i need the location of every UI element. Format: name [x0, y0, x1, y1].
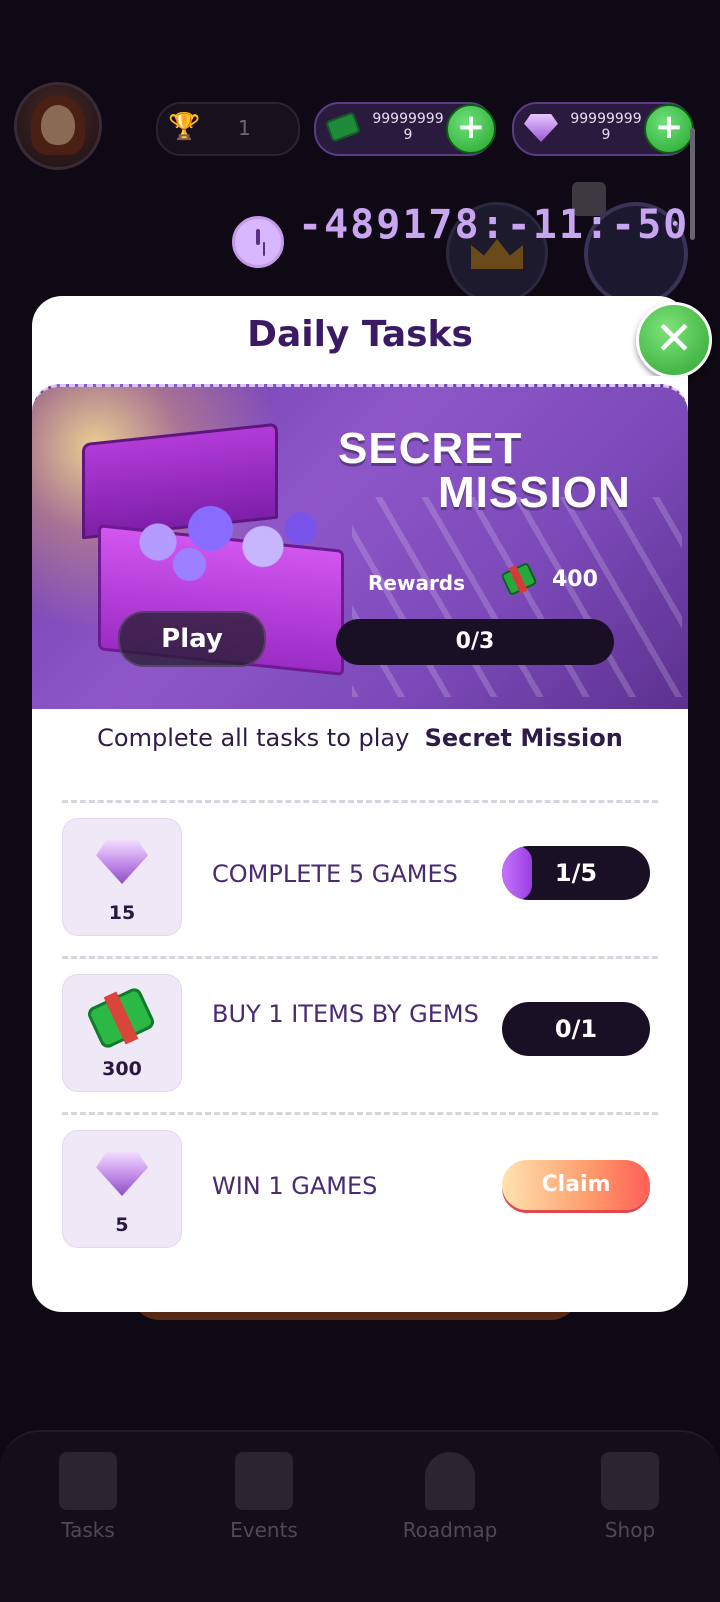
task-row: 5 WIN 1 GAMES Claim: [62, 1128, 658, 1250]
instruction-highlight: Secret Mission: [424, 724, 623, 752]
avatar-face: [41, 105, 75, 145]
task-label: COMPLETE 5 GAMES: [212, 860, 458, 888]
rewards-value: 400: [552, 567, 598, 592]
claim-button[interactable]: Claim: [502, 1160, 650, 1210]
close-button[interactable]: ✕: [636, 302, 712, 378]
instruction-prefix: Complete all tasks to play: [97, 724, 410, 752]
cash-icon: [85, 985, 157, 1051]
reward-amount: 300: [102, 1058, 142, 1080]
divider: [62, 1112, 658, 1115]
calendar-star-icon: [235, 1452, 293, 1510]
scrollbar[interactable]: [690, 128, 695, 240]
reward-thumbnail: 5: [62, 1130, 182, 1248]
trophy-counter: 🏆 1: [156, 102, 300, 156]
nav-item-events[interactable]: Events: [194, 1452, 334, 1542]
countdown-timer: -489178:-11:-50: [298, 202, 690, 248]
rewards-label: Rewards: [368, 571, 466, 595]
nav-item-tasks[interactable]: Tasks: [18, 1452, 158, 1542]
mission-progress: 0/3: [336, 619, 614, 665]
checklist-icon: [59, 1452, 117, 1510]
task-label: BUY 1 ITEMS BY GEMS: [212, 1000, 479, 1028]
gems-pile-icon: [116, 497, 326, 587]
reward-amount: 5: [115, 1214, 129, 1236]
gem-icon: [96, 840, 148, 884]
progress-text: 1/5: [554, 859, 598, 887]
avatar[interactable]: [14, 82, 102, 170]
gem-icon: [96, 1152, 148, 1196]
banner-title-line1: SECRET: [338, 424, 523, 473]
nav-label-shop: Shop: [604, 1518, 656, 1542]
shopping-bag-icon: [601, 1452, 659, 1510]
cash-icon: [325, 111, 361, 143]
banner-title: SECRET MISSION: [328, 427, 668, 515]
nav-label-events: Events: [230, 1518, 298, 1542]
reward-thumbnail: 300: [62, 974, 182, 1092]
gem-icon: [524, 114, 558, 142]
modal-header: Daily Tasks: [32, 296, 688, 376]
nav-item-roadmap[interactable]: Roadmap: [380, 1452, 520, 1542]
nav-label-roadmap: Roadmap: [402, 1518, 498, 1542]
trophy-icon: 🏆: [168, 112, 201, 142]
progress-fill: [502, 846, 532, 900]
reward-thumbnail: 15: [62, 818, 182, 936]
divider: [62, 800, 658, 803]
nav-label-tasks: Tasks: [61, 1518, 115, 1542]
play-button[interactable]: Play: [118, 611, 266, 667]
nav-item-shop[interactable]: Shop: [560, 1452, 700, 1542]
task-progress: 1/5: [502, 846, 650, 900]
divider: [62, 956, 658, 959]
task-progress: 0/1: [502, 1002, 650, 1056]
gems-background-art: [352, 497, 682, 697]
add-cash-button[interactable]: +: [446, 104, 496, 154]
banner-title-line2: MISSION: [438, 468, 631, 517]
progress-text: 0/1: [554, 1015, 598, 1043]
instruction-text: Complete all tasks to play Secret Missio…: [32, 724, 688, 752]
cash-value: 999999999: [372, 111, 444, 143]
gem-value: 999999999: [570, 111, 642, 143]
trophy-count: 1: [238, 116, 251, 140]
secret-mission-banner: SECRET MISSION Rewards 400 Play 0/3: [32, 384, 688, 709]
bottom-nav: Tasks Events Roadmap Shop: [0, 1430, 720, 1602]
add-gem-button[interactable]: +: [644, 104, 694, 154]
cash-counter: 999999999 +: [314, 102, 496, 156]
gem-counter: 999999999 +: [512, 102, 694, 156]
task-row: 15 COMPLETE 5 GAMES 1/5: [62, 816, 658, 938]
reward-amount: 15: [108, 902, 136, 924]
trophy-star-icon: [425, 1452, 475, 1510]
modal-title: Daily Tasks: [247, 314, 473, 355]
alarm-clock-icon: [232, 216, 284, 268]
task-row: 300 BUY 1 ITEMS BY GEMS 0/1: [62, 972, 658, 1094]
task-label: WIN 1 GAMES: [212, 1172, 378, 1200]
